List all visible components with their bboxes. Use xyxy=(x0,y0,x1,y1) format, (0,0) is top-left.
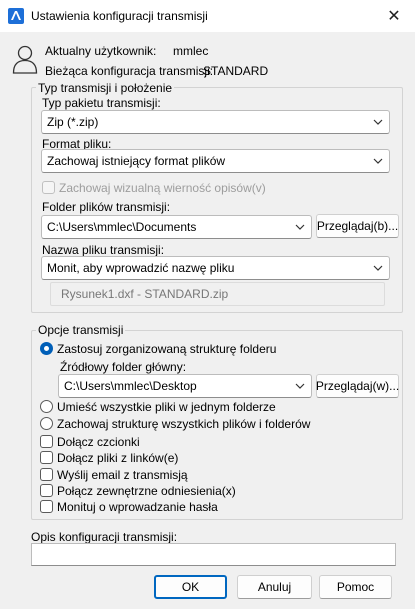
user-icon xyxy=(12,43,38,75)
description-textbox[interactable] xyxy=(31,543,396,566)
chevron-down-icon xyxy=(289,375,311,397)
current-config-value: STANDARD xyxy=(203,64,269,78)
current-user-value: mmlec xyxy=(173,44,209,58)
keep-structure-label: Zachowaj strukturę wszystkich plików i f… xyxy=(57,417,311,431)
current-user-label: Aktualny użytkownik: xyxy=(45,44,157,58)
chevron-down-icon xyxy=(367,111,389,133)
transmittal-filename-label: Nazwa pliku transmisji: xyxy=(42,243,165,257)
single-folder-label: Umieść wszystkie pliki w jednym folderze xyxy=(57,400,276,414)
include-fonts-label: Dołącz czcionki xyxy=(57,435,140,449)
organized-structure-radio[interactable] xyxy=(40,342,53,355)
include-linked-label: Dołącz pliki z linków(e) xyxy=(57,451,179,465)
help-button[interactable]: Pomoc xyxy=(319,575,392,599)
chevron-down-icon xyxy=(289,216,311,238)
include-linked-checkbox[interactable] xyxy=(40,451,53,464)
filename-preview: Rysunek1.dxf - STANDARD.zip xyxy=(50,282,385,306)
file-format-select[interactable]: Zachowaj istniejący format plików xyxy=(41,149,390,173)
visual-fidelity-label: Zachowaj wizualną wierność opisów(v) xyxy=(59,181,266,195)
window-title: Ustawienia konfiguracji transmisji xyxy=(31,9,208,23)
ok-button[interactable]: OK xyxy=(154,575,227,599)
prompt-password-checkbox[interactable] xyxy=(40,500,53,513)
source-root-label: Źródłowy folder główny: xyxy=(60,360,187,374)
single-folder-radio[interactable] xyxy=(40,400,53,413)
current-config-label: Bieżąca konfiguracja transmisji: xyxy=(45,64,214,78)
organized-structure-label: Zastosuj zorganizowaną strukturę folderu xyxy=(57,342,277,356)
close-button[interactable]: ✕ xyxy=(381,4,407,28)
chevron-down-icon xyxy=(367,257,389,279)
source-root-value: C:\Users\mmlec\Desktop xyxy=(64,379,197,393)
transmittal-folder-value: C:\Users\mmlec\Documents xyxy=(47,220,197,234)
chevron-down-icon xyxy=(367,150,389,172)
transmittal-folder-label: Folder plików transmisji: xyxy=(42,200,171,214)
transmittal-type-group-title: Typ transmisji i położenie xyxy=(36,81,175,95)
visual-fidelity-checkbox[interactable] xyxy=(42,181,55,194)
keep-structure-radio[interactable] xyxy=(40,417,53,430)
browse-folder-button[interactable]: Przeglądaj(b)... xyxy=(316,214,399,238)
cancel-button[interactable]: Anuluj xyxy=(237,575,312,599)
close-icon: ✕ xyxy=(387,8,401,25)
transmittal-filename-select[interactable]: Monit, aby wprowadzić nazwę pliku xyxy=(41,256,390,280)
transmittal-options-group-title: Opcje transmisji xyxy=(36,323,126,337)
source-root-combo[interactable]: C:\Users\mmlec\Desktop xyxy=(58,374,312,398)
autocad-icon xyxy=(8,8,24,24)
prompt-password-label: Monituj o wprowadzanie hasła xyxy=(57,500,218,514)
package-type-label: Typ pakietu transmisji: xyxy=(42,96,161,110)
transmittal-filename-value: Monit, aby wprowadzić nazwę pliku xyxy=(47,261,235,275)
file-format-value: Zachowaj istniejący format plików xyxy=(47,154,226,168)
package-type-value: Zip (*.zip) xyxy=(47,115,99,129)
browse-source-root-button[interactable]: Przeglądaj(w)... xyxy=(316,374,399,398)
send-email-checkbox[interactable] xyxy=(40,468,53,481)
bind-xrefs-label: Połącz zewnętrzne odniesienia(x) xyxy=(57,484,236,498)
bind-xrefs-checkbox[interactable] xyxy=(40,484,53,497)
transmittal-folder-combo[interactable]: C:\Users\mmlec\Documents xyxy=(41,215,312,239)
include-fonts-checkbox[interactable] xyxy=(40,435,53,448)
package-type-select[interactable]: Zip (*.zip) xyxy=(41,110,390,134)
send-email-label: Wyślij email z transmisją xyxy=(57,468,188,482)
description-label: Opis konfiguracji transmisji: xyxy=(31,530,178,544)
